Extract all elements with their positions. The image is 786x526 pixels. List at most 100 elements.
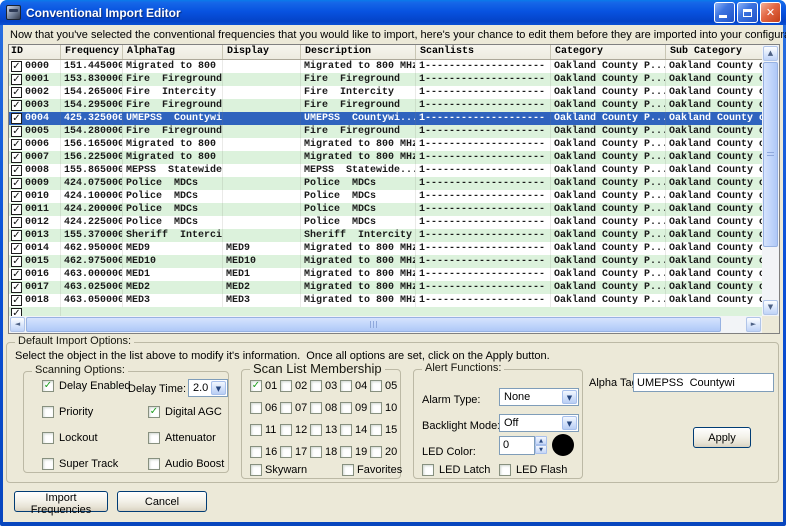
scanning-option[interactable]: ✓Delay Enabled bbox=[42, 380, 131, 392]
column-header[interactable]: Scanlists bbox=[416, 45, 551, 59]
scan-list-item[interactable]: 10 bbox=[370, 402, 397, 414]
import-frequencies-button[interactable]: Import Frequencies bbox=[14, 491, 108, 512]
scan-list-item[interactable]: 16 bbox=[250, 446, 277, 458]
row-checkbox[interactable]: ✓ bbox=[11, 308, 22, 316]
led-latch[interactable]: LED Latch bbox=[422, 464, 490, 476]
row-checkbox[interactable]: ✓ bbox=[11, 87, 22, 98]
row-checkbox[interactable]: ✓ bbox=[11, 282, 22, 293]
row-checkbox[interactable]: ✓ bbox=[11, 61, 22, 72]
table-row[interactable]: ✓0005154.280000Fire FiregroundFire Fireg… bbox=[9, 125, 762, 138]
scan-list-item[interactable]: 18 bbox=[310, 446, 337, 458]
vertical-scroll-thumb[interactable] bbox=[763, 62, 778, 247]
scan-list-item-checkbox[interactable] bbox=[250, 424, 262, 436]
cancel-button[interactable]: Cancel bbox=[117, 491, 207, 512]
backlight-mode-dropdown[interactable]: Off ▼ bbox=[499, 414, 579, 432]
table-row[interactable]: ✓0008155.865000MEPSS StatewideMEPSS Stat… bbox=[9, 164, 762, 177]
scan-list-item-checkbox[interactable] bbox=[280, 424, 292, 436]
table-row[interactable]: ✓0016463.000000MED1MED1Migrated to 800 M… bbox=[9, 268, 762, 281]
table-row[interactable]: ✓0003154.295000Fire FiregroundFire Fireg… bbox=[9, 99, 762, 112]
scan-list-item[interactable]: 20 bbox=[370, 446, 397, 458]
apply-button[interactable]: Apply bbox=[693, 427, 751, 448]
scan-list-item[interactable]: 12 bbox=[280, 424, 307, 436]
scan-list-item-checkbox[interactable] bbox=[250, 402, 262, 414]
scan-list-item[interactable]: 19 bbox=[340, 446, 367, 458]
scan-list-extra[interactable]: Favorites bbox=[342, 464, 402, 476]
scanning-option-checkbox[interactable] bbox=[42, 406, 54, 418]
delay-time-dropdown[interactable]: 2.0 ▼ bbox=[188, 379, 228, 397]
scan-list-item-checkbox[interactable] bbox=[310, 380, 322, 392]
scan-list-extra[interactable]: Skywarn bbox=[250, 464, 307, 476]
scan-list-item[interactable]: 04 bbox=[340, 380, 367, 392]
table-row[interactable]: ✓0007156.225000Migrated to 800Migrated t… bbox=[9, 151, 762, 164]
chevron-down-icon[interactable]: ▼ bbox=[562, 390, 577, 404]
row-checkbox[interactable]: ✓ bbox=[11, 230, 22, 241]
column-header[interactable]: Display bbox=[223, 45, 301, 59]
scan-list-item-checkbox[interactable] bbox=[310, 402, 322, 414]
chevron-down-icon[interactable]: ▼ bbox=[211, 381, 226, 395]
scan-list-item[interactable]: 17 bbox=[280, 446, 307, 458]
alpha-tag-input[interactable] bbox=[633, 373, 774, 392]
table-row[interactable]: ✓0015462.975000MED10MED10Migrated to 800… bbox=[9, 255, 762, 268]
scan-list-extra-checkbox[interactable] bbox=[342, 464, 354, 476]
scan-list-item[interactable]: 08 bbox=[310, 402, 337, 414]
spin-up-icon[interactable]: ▲ bbox=[535, 436, 547, 445]
scan-list-item-checkbox[interactable] bbox=[370, 446, 382, 458]
scan-list-item-checkbox[interactable] bbox=[280, 402, 292, 414]
row-checkbox[interactable]: ✓ bbox=[11, 113, 22, 124]
led-color-value[interactable]: 0 bbox=[499, 436, 535, 455]
scan-list-item-checkbox[interactable] bbox=[340, 424, 352, 436]
scroll-down-button[interactable]: ▼ bbox=[763, 300, 778, 315]
row-checkbox[interactable]: ✓ bbox=[11, 243, 22, 254]
alarm-type-dropdown[interactable]: None ▼ bbox=[499, 388, 579, 406]
scanning-option[interactable]: Lockout bbox=[42, 432, 98, 444]
scanning-option[interactable]: ✓Digital AGC bbox=[148, 406, 222, 418]
scan-list-item[interactable]: 13 bbox=[310, 424, 337, 436]
table-row[interactable]: ✓0009424.075000Police MDCsPolice MDCs1--… bbox=[9, 177, 762, 190]
table-row[interactable]: ✓0001153.830000Fire FiregroundFire Fireg… bbox=[9, 73, 762, 86]
scan-list-item-checkbox[interactable] bbox=[310, 424, 322, 436]
column-header[interactable]: Frequency bbox=[61, 45, 123, 59]
scan-list-item[interactable]: 09 bbox=[340, 402, 367, 414]
scan-list-item[interactable]: 05 bbox=[370, 380, 397, 392]
column-header[interactable]: ID bbox=[9, 45, 61, 59]
scan-list-item-checkbox[interactable] bbox=[340, 402, 352, 414]
scan-list-item-checkbox[interactable] bbox=[340, 380, 352, 392]
table-row[interactable]: ✓0013155.370000Sheriff InterciSheriff In… bbox=[9, 229, 762, 242]
scanning-option-checkbox[interactable] bbox=[42, 458, 54, 470]
scroll-left-button[interactable]: ◄ bbox=[10, 317, 25, 332]
table-row[interactable]: ✓0018463.050000MED3MED3Migrated to 800 M… bbox=[9, 294, 762, 307]
scan-list-item[interactable]: 11 bbox=[250, 424, 276, 436]
row-checkbox[interactable]: ✓ bbox=[11, 295, 22, 306]
scan-list-item-checkbox[interactable] bbox=[340, 446, 352, 458]
row-checkbox[interactable]: ✓ bbox=[11, 74, 22, 85]
row-checkbox[interactable]: ✓ bbox=[11, 178, 22, 189]
scanning-option-checkbox[interactable]: ✓ bbox=[42, 380, 54, 392]
scan-list-item[interactable]: ✓01 bbox=[250, 380, 277, 392]
scanning-option[interactable]: Attenuator bbox=[148, 432, 216, 444]
scan-list-item[interactable]: 15 bbox=[370, 424, 397, 436]
table-row[interactable]: ✓0017463.025000MED2MED2Migrated to 800 M… bbox=[9, 281, 762, 294]
column-header[interactable]: Category bbox=[551, 45, 666, 59]
table-row[interactable]: ✓0000151.445000Migrated to 800Migrated t… bbox=[9, 60, 762, 73]
table-row[interactable]: ✓ bbox=[9, 307, 762, 316]
scan-list-item-checkbox[interactable] bbox=[280, 380, 292, 392]
scanning-option-checkbox[interactable]: ✓ bbox=[148, 406, 160, 418]
close-button[interactable]: ✕ bbox=[760, 2, 781, 23]
row-checkbox[interactable]: ✓ bbox=[11, 217, 22, 228]
scan-list-item[interactable]: 07 bbox=[280, 402, 307, 414]
row-checkbox[interactable]: ✓ bbox=[11, 152, 22, 163]
titlebar[interactable]: Conventional Import Editor ✕ bbox=[0, 0, 786, 25]
maximize-button[interactable] bbox=[737, 2, 758, 23]
scan-list-item-checkbox[interactable] bbox=[250, 446, 262, 458]
table-row[interactable]: ✓0006156.165000Migrated to 800Migrated t… bbox=[9, 138, 762, 151]
row-checkbox[interactable]: ✓ bbox=[11, 165, 22, 176]
scan-list-item-checkbox[interactable] bbox=[370, 402, 382, 414]
table-row[interactable]: ✓0010424.100000Police MDCsPolice MDCs1--… bbox=[9, 190, 762, 203]
led-color-spinner[interactable]: 0 ▲ ▼ bbox=[499, 436, 547, 455]
spin-down-icon[interactable]: ▼ bbox=[535, 445, 547, 454]
minimize-button[interactable] bbox=[714, 2, 735, 23]
scan-list-extra-checkbox[interactable] bbox=[250, 464, 262, 476]
row-checkbox[interactable]: ✓ bbox=[11, 139, 22, 150]
column-header[interactable]: Sub Category bbox=[666, 45, 762, 59]
scanning-option-checkbox[interactable] bbox=[42, 432, 54, 444]
